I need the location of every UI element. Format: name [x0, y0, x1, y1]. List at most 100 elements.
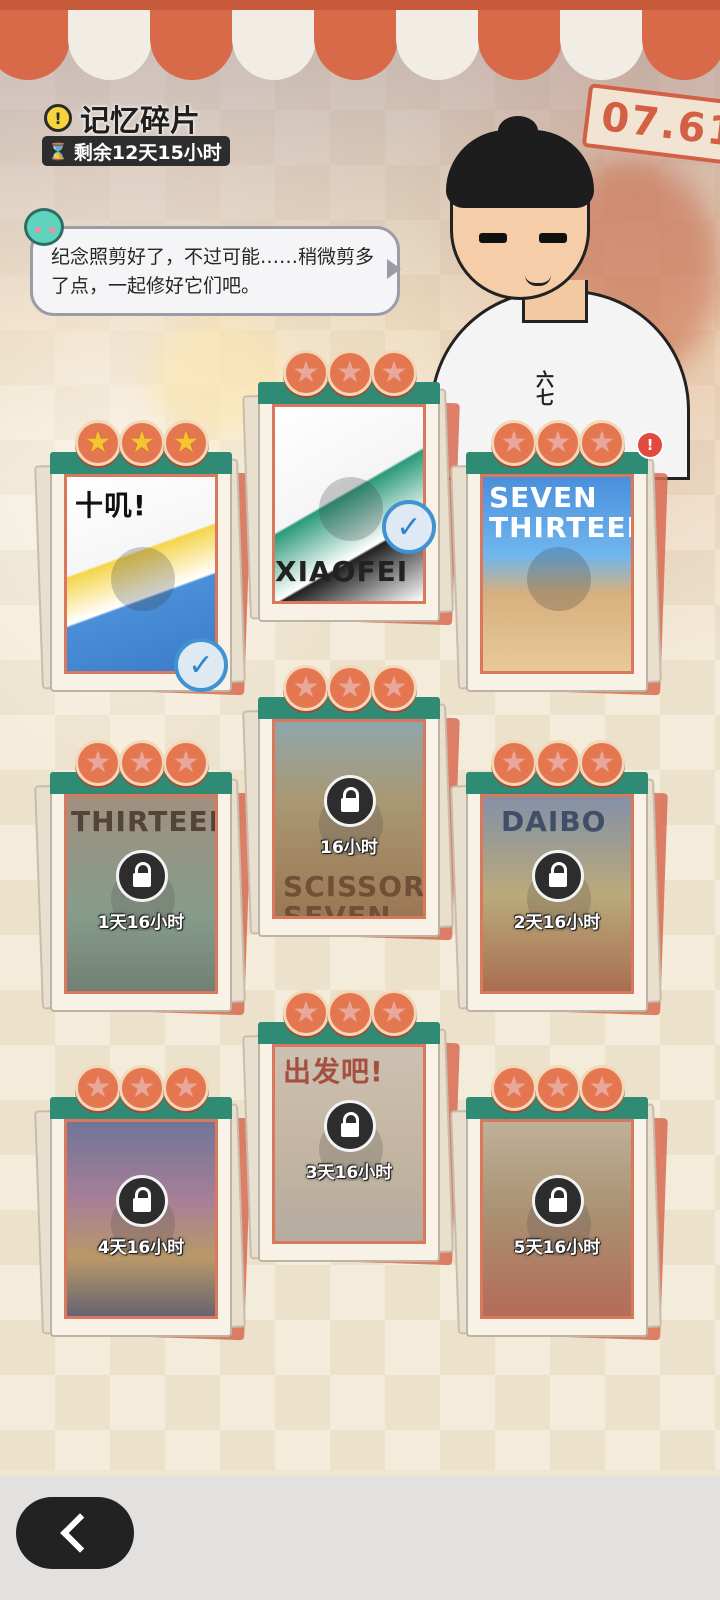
- memory-card[interactable]: SEVEN THIRTEEN ★ ★ ★: [450, 420, 668, 710]
- bird-avatar-icon: [24, 208, 64, 246]
- star-slot: ★: [579, 1065, 625, 1111]
- star-slot: ★: [371, 665, 417, 711]
- star-slot: ★: [163, 1065, 209, 1111]
- star-icon: ★: [544, 745, 572, 780]
- card-art-figure: [319, 477, 383, 541]
- card-art-text: SCISSOR SEVEN: [283, 870, 426, 919]
- awning-scallop: [478, 10, 562, 80]
- unlock-timer-text: 16小时: [320, 838, 378, 858]
- star-icon: ★: [588, 425, 616, 460]
- card-star-rating: ★ ★ ★: [488, 1065, 628, 1117]
- star-icon: ★: [380, 355, 408, 390]
- awning-scallop: [642, 10, 720, 80]
- shop-awning: [0, 0, 720, 84]
- star-icon: ★: [588, 1070, 616, 1105]
- star-icon: ★: [380, 670, 408, 705]
- memory-card[interactable]: SCISSOR SEVEN ★ ★ ★ 16小时: [242, 665, 460, 955]
- unlock-timer-text: 4天16小时: [97, 1238, 185, 1258]
- event-title-row: ! 记忆碎片: [44, 96, 200, 140]
- star-icon: ★: [172, 1070, 200, 1105]
- star-slot: ★: [283, 665, 329, 711]
- memory-card[interactable]: 出发吧! ★ ★ ★ 3天16小时: [242, 990, 460, 1280]
- star-icon: ★: [128, 745, 156, 780]
- character-seven: 六七: [430, 116, 720, 480]
- memory-card[interactable]: DAIBO ★ ★ ★ 2天16小时: [450, 740, 668, 1030]
- star-icon: ★: [336, 670, 364, 705]
- lock-icon: [116, 1175, 168, 1227]
- star-icon: ★: [544, 425, 572, 460]
- star-slot: ★: [579, 740, 625, 786]
- lock-icon: [324, 775, 376, 827]
- chevron-left-icon: [60, 1513, 100, 1553]
- hoodie-text: 六七: [533, 370, 554, 406]
- check-icon: ✓: [174, 638, 228, 692]
- dialog-bubble: 纪念照剪好了，不过可能……稍微剪多了点，一起修好它们吧。: [30, 226, 401, 316]
- lock-icon: [116, 850, 168, 902]
- unlock-timer-text: 5天16小时: [513, 1238, 601, 1258]
- check-icon: ✓: [382, 500, 436, 554]
- awning-scallop: [150, 10, 234, 80]
- memory-card[interactable]: 十叽! ★ ★ ★ ✓: [34, 420, 252, 710]
- memory-card[interactable]: ★ ★ ★ 5天16小时: [450, 1065, 668, 1355]
- star-slot: ★: [327, 665, 373, 711]
- hourglass-icon: ⌛: [48, 141, 68, 161]
- card-star-rating: ★ ★ ★: [488, 740, 628, 792]
- awning-scallop: [0, 10, 70, 80]
- card-art-text: XIAOFEI: [275, 555, 409, 588]
- star-slot: ★: [119, 420, 165, 466]
- card-artwork: SEVEN THIRTEEN: [480, 474, 634, 674]
- card-star-rating: ★ ★ ★: [488, 420, 628, 472]
- lock-icon: [532, 850, 584, 902]
- card-art-text: THIRTEEN: [71, 805, 218, 838]
- awning-scallop: [560, 10, 644, 80]
- memory-card[interactable]: THIRTEEN ★ ★ ★ 1天16小时: [34, 740, 252, 1030]
- star-slot: ★: [283, 990, 329, 1036]
- warning-icon[interactable]: !: [44, 104, 72, 132]
- star-slot: ★: [535, 1065, 581, 1111]
- alert-badge: !: [636, 431, 664, 459]
- card-star-rating: ★ ★ ★: [280, 665, 420, 717]
- memory-card[interactable]: ★ ★ ★ 4天16小时: [34, 1065, 252, 1355]
- star-icon: ★: [544, 1070, 572, 1105]
- star-slot: ★: [75, 1065, 121, 1111]
- star-icon: ★: [292, 995, 320, 1030]
- card-star-rating: ★ ★ ★: [72, 1065, 212, 1117]
- star-icon: ★: [336, 355, 364, 390]
- star-slot: ★: [119, 1065, 165, 1111]
- page-title: 记忆碎片: [80, 104, 200, 139]
- star-slot: ★: [579, 420, 625, 466]
- star-slot: ★: [371, 990, 417, 1036]
- unlock-timer-text: 2天16小时: [513, 913, 601, 933]
- star-slot: ★: [119, 740, 165, 786]
- star-icon: ★: [380, 995, 408, 1030]
- star-slot: ★: [371, 350, 417, 396]
- dialog-text: 纪念照剪好了，不过可能……稍微剪多了点，一起修好它们吧。: [51, 246, 375, 297]
- card-art-text: DAIBO: [501, 805, 607, 838]
- star-slot: ★: [491, 1065, 537, 1111]
- lock-icon: [532, 1175, 584, 1227]
- star-icon: ★: [292, 670, 320, 705]
- card-art-text: 十叽!: [75, 489, 147, 522]
- star-slot: ★: [283, 350, 329, 396]
- star-slot: ★: [491, 420, 537, 466]
- card-star-rating: ★ ★ ★: [280, 990, 420, 1042]
- awning-scallop: [68, 10, 152, 80]
- star-icon: ★: [500, 1070, 528, 1105]
- lock-icon: [324, 1100, 376, 1152]
- memory-card[interactable]: XIAOFEI ★ ★ ★ ✓: [242, 350, 460, 640]
- star-icon: ★: [128, 425, 156, 460]
- star-icon: ★: [84, 745, 112, 780]
- star-icon: ★: [500, 425, 528, 460]
- back-button[interactable]: [16, 1497, 134, 1569]
- unlock-timer-text: 1天16小时: [97, 913, 185, 933]
- card-art-figure: [527, 547, 591, 611]
- star-icon: ★: [128, 1070, 156, 1105]
- star-icon: ★: [336, 995, 364, 1030]
- star-slot: ★: [535, 740, 581, 786]
- card-art-text: 出发吧!: [283, 1055, 384, 1088]
- awning-scallop: [314, 10, 398, 80]
- star-slot: ★: [535, 420, 581, 466]
- star-icon: ★: [84, 425, 112, 460]
- star-slot: ★: [163, 420, 209, 466]
- star-slot: ★: [75, 420, 121, 466]
